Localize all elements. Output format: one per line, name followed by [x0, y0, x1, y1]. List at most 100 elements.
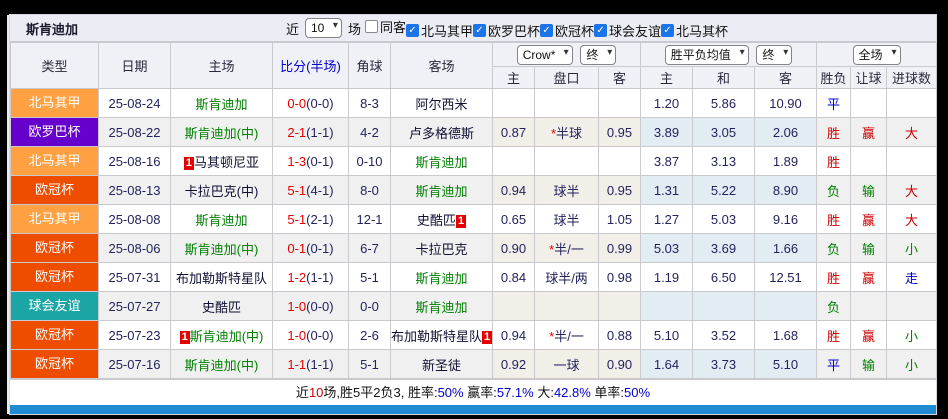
summary-segment: 赢率: — [464, 385, 497, 400]
sub-header-result: 胜负 — [817, 67, 851, 89]
matches-tbody: 北马其甲25-08-24斯肯迪加0-0(0-0)8-3阿尔西米1.205.861… — [11, 89, 937, 379]
scope-select[interactable]: 全场 — [853, 45, 901, 65]
result-cell: 负 — [817, 292, 851, 321]
filter-checkbox-label: 欧冠杯 — [555, 21, 594, 40]
mean-draw-odds-cell: 3.69 — [693, 234, 755, 263]
sub-header-ah-result: 让球 — [851, 67, 887, 89]
score-cell: 1-1(1-1) — [273, 350, 349, 379]
filter-checkbox-item[interactable]: ✓北马其甲 — [406, 21, 473, 40]
note-badge: 1 — [184, 157, 194, 170]
summary-bar: 近10场,胜5平2负3, 胜率:50% 赢率:57.1% 大:42.8% 单率:… — [10, 379, 936, 405]
ah-away-odds-cell — [599, 292, 641, 321]
date-cell: 25-08-16 — [99, 147, 171, 176]
filter-checkbox-item[interactable]: ✓北马其杯 — [661, 21, 728, 40]
ah-result-cell: 输 — [851, 176, 887, 205]
date-cell: 25-08-22 — [99, 118, 171, 147]
mean-home-odds-cell: 1.64 — [641, 350, 693, 379]
ah-result-cell: 输 — [851, 350, 887, 379]
odds-stage1-select[interactable]: 终 — [580, 45, 616, 65]
date-cell: 25-07-27 — [99, 292, 171, 321]
ah-away-odds-cell: 0.95 — [599, 176, 641, 205]
away-team-cell: 斯肯迪加 — [391, 292, 493, 321]
col-header-home: 主场 — [171, 43, 273, 89]
away-team-cell: 新圣徒 — [391, 350, 493, 379]
league-cell: 欧冠杯 — [11, 234, 99, 263]
corner-cell: 0-10 — [349, 147, 391, 176]
date-cell: 25-08-08 — [99, 205, 171, 234]
filter-checkbox-item[interactable]: 同客 — [365, 17, 406, 36]
goals-result-cell: 大 — [887, 176, 937, 205]
ah-result-cell: 输 — [851, 234, 887, 263]
corner-cell: 8-0 — [349, 176, 391, 205]
ah-away-odds-cell: 0.95 — [599, 118, 641, 147]
home-team-cell: 斯肯迪加 — [171, 205, 273, 234]
page-title: 斯肯迪加 — [10, 19, 78, 38]
score-cell: 0-0(0-0) — [273, 89, 349, 118]
goals-result-cell: 大 — [887, 118, 937, 147]
corner-cell: 6-7 — [349, 234, 391, 263]
mean-home-odds-cell: 1.31 — [641, 176, 693, 205]
odds-stage1-select-wrap: 终 — [580, 45, 616, 65]
col-header-date: 日期 — [99, 43, 171, 89]
checked-checkbox-icon[interactable]: ✓ — [661, 24, 674, 37]
mean-away-odds-cell: 10.90 — [755, 89, 817, 118]
sub-header-ah-away: 客 — [599, 67, 641, 89]
checked-checkbox-icon[interactable]: ✓ — [540, 24, 553, 37]
league-cell: 北马其甲 — [11, 147, 99, 176]
ah-away-odds-cell — [599, 89, 641, 118]
filter-checkbox-item[interactable]: ✓欧冠杯 — [540, 21, 594, 40]
league-cell: 欧冠杯 — [11, 176, 99, 205]
mean-home-odds-cell: 1.20 — [641, 89, 693, 118]
mean-home-odds-cell: 3.89 — [641, 118, 693, 147]
mean-away-odds-cell: 1.66 — [755, 234, 817, 263]
mean-home-odds-cell: 5.03 — [641, 234, 693, 263]
away-team-cell: 卡拉巴克 — [391, 234, 493, 263]
match-row: 欧冠杯25-08-06斯肯迪加(中)0-1(0-1)6-7卡拉巴克0.90*半/… — [11, 234, 937, 263]
corner-cell: 0-0 — [349, 292, 391, 321]
ah-away-odds-cell: 0.90 — [599, 350, 641, 379]
filter-checkbox-item[interactable]: ✓欧罗巴杯 — [473, 21, 540, 40]
note-badge: 1 — [180, 331, 190, 344]
home-team-cell: 斯肯迪加 — [171, 89, 273, 118]
score-cell: 1-3(0-1) — [273, 147, 349, 176]
mean-draw-odds-cell — [693, 292, 755, 321]
checked-checkbox-icon[interactable]: ✓ — [594, 24, 607, 37]
mean-draw-odds-cell: 6.50 — [693, 263, 755, 292]
score-cell: 1-2(1-1) — [273, 263, 349, 292]
unchecked-checkbox-icon[interactable] — [365, 20, 378, 33]
mean-odds-select[interactable]: 胜平负均值 — [665, 45, 749, 65]
mean-home-odds-cell: 1.27 — [641, 205, 693, 234]
goals-result-cell: 小 — [887, 234, 937, 263]
mean-home-odds-cell — [641, 292, 693, 321]
handicap-cell: 一球 — [535, 350, 599, 379]
home-team-cell: 布加勒斯特星队 — [171, 263, 273, 292]
handicap-cell — [535, 89, 599, 118]
odds-company-select[interactable]: Crow* — [517, 45, 573, 65]
ah-result-cell: 赢 — [851, 321, 887, 350]
checked-checkbox-icon[interactable]: ✓ — [473, 24, 486, 37]
filter-checkbox-label: 北马其甲 — [421, 21, 473, 40]
matches-count-select[interactable]: 10 — [305, 18, 342, 38]
result-cell: 胜 — [817, 321, 851, 350]
score-cell: 1-0(0-0) — [273, 321, 349, 350]
col-header-corner: 角球 — [349, 43, 391, 89]
col-header-type: 类型 — [11, 43, 99, 89]
corner-cell: 8-3 — [349, 89, 391, 118]
ah-away-odds-cell: 0.98 — [599, 263, 641, 292]
match-row: 北马其甲25-08-24斯肯迪加0-0(0-0)8-3阿尔西米1.205.861… — [11, 89, 937, 118]
mean-draw-odds-cell: 5.22 — [693, 176, 755, 205]
away-team-cell: 斯肯迪加 — [391, 176, 493, 205]
filter-checkbox-item[interactable]: ✓球会友谊 — [594, 21, 661, 40]
mean-away-odds-cell: 2.06 — [755, 118, 817, 147]
sub-header-handicap: 盘口 — [535, 67, 599, 89]
goals-result-cell — [887, 89, 937, 118]
mean-home-odds-cell: 1.19 — [641, 263, 693, 292]
summary-segment: 50% — [438, 385, 464, 400]
date-cell: 25-08-13 — [99, 176, 171, 205]
mean-home-odds-cell: 3.87 — [641, 147, 693, 176]
odds-stage2-select[interactable]: 终 — [756, 45, 792, 65]
summary-segment: 42.8% — [554, 385, 591, 400]
mean-draw-odds-cell: 5.03 — [693, 205, 755, 234]
checked-checkbox-icon[interactable]: ✓ — [406, 24, 419, 37]
col-header-away: 客场 — [391, 43, 493, 89]
